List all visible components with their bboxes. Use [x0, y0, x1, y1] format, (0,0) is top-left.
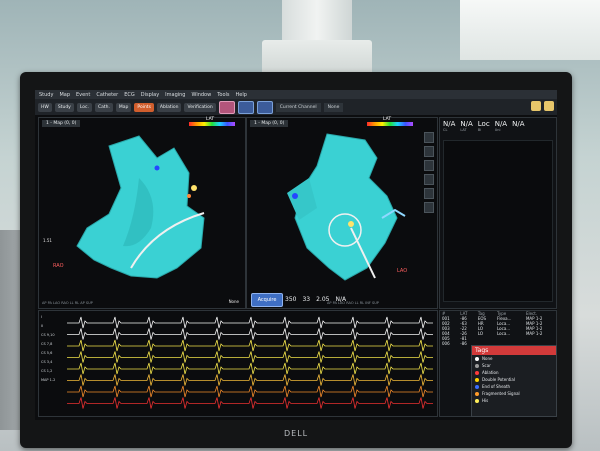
brand-logo: DELL: [284, 429, 309, 438]
map-option-dropdown[interactable]: None: [229, 299, 239, 304]
tags-title: Tags: [472, 346, 556, 355]
tool-button[interactable]: [424, 188, 434, 199]
tool-button[interactable]: [424, 160, 434, 171]
tag-item[interactable]: Scar: [472, 362, 556, 369]
tags-menu: Tags None Scar Ablation Double Potential End…: [471, 345, 557, 417]
tag-item[interactable]: Fragmented Signal: [472, 390, 556, 397]
menu-event[interactable]: Event: [76, 92, 90, 98]
current-channel-label: Current Channel: [275, 102, 321, 112]
ecg-trace: [67, 339, 433, 352]
tag-color-icon: [475, 356, 479, 361]
tab-hw[interactable]: HW: [38, 102, 52, 112]
mapping-system-screen: Study Map Event Catheter ECG Display Ima…: [35, 90, 557, 420]
map-view-rao[interactable]: 1 - Map (0, 0) LAT 1.51 RAO AP PA LAO RA…: [38, 117, 246, 309]
tag-item[interactable]: Double Potential: [472, 376, 556, 383]
ceiling-light: [460, 0, 600, 60]
menu-bar: Study Map Event Catheter ECG Display Ima…: [35, 90, 557, 99]
tab-ablation[interactable]: Ablation: [156, 102, 182, 112]
tag-item[interactable]: None: [472, 355, 556, 362]
tab-verification[interactable]: Verification: [184, 102, 216, 112]
readout-bi: 2.05: [316, 296, 330, 303]
tool-button[interactable]: [424, 132, 434, 143]
readout-cl: 350: [285, 296, 297, 303]
acquire-button[interactable]: Acquire: [251, 293, 283, 307]
view-orientation: LAO: [397, 268, 408, 274]
table-cell: 006: [442, 341, 450, 346]
view-orientation: RAO: [53, 263, 64, 269]
readout-uni: N/A: [335, 296, 347, 303]
snapshot-button[interactable]: [237, 100, 254, 114]
info-value: N/A Uni: [494, 120, 508, 132]
menu-display[interactable]: Display: [141, 92, 159, 98]
tag-label: Fragmented Signal: [482, 391, 520, 396]
tool-button[interactable]: [424, 146, 434, 157]
menu-map[interactable]: Map: [59, 92, 70, 98]
map-view-lao[interactable]: 1 - Map (0, 0) LAT LAO AP PA LAO RAO LL …: [246, 117, 438, 309]
tag-label: Double Potential: [482, 377, 515, 382]
tag-color-icon: [475, 363, 479, 368]
tab-points[interactable]: Points: [134, 102, 154, 112]
view-presets[interactable]: AP PA LAO RAO LL RL AP SUP: [42, 301, 93, 305]
record-button[interactable]: [218, 100, 235, 114]
tag-label: Scar: [482, 363, 491, 368]
info-header: N/A CL N/A LAT Loc Bi N/A Uni N/A: [440, 118, 556, 134]
info-value: N/A LAT: [460, 120, 473, 132]
ecg-traces: [67, 316, 433, 409]
view-button[interactable]: [256, 100, 273, 114]
tab-study[interactable]: Study: [54, 102, 74, 112]
warning-icon[interactable]: [531, 101, 541, 111]
ecg-strip[interactable]: I II CS 9,10 CS 7,8 CS 5,6 CS 3,4 CS 1,2…: [38, 310, 438, 417]
readout-lat: 33: [302, 296, 311, 303]
tool-button[interactable]: [424, 202, 434, 213]
menu-tools[interactable]: Tools: [217, 92, 229, 98]
tag-label: End of Sheath: [482, 384, 511, 389]
tag-label: None: [482, 356, 493, 361]
map-scale: 1.51: [43, 238, 52, 243]
ecg-trace: [67, 328, 433, 340]
toolbar-icons: [531, 101, 554, 111]
tag-color-icon: [475, 370, 479, 375]
info-value: N/A CL: [443, 120, 456, 132]
signal-info-panel: N/A CL N/A LAT Loc Bi N/A Uni N/A: [439, 117, 557, 309]
point-readout: 350 33 2.05 N/A: [285, 296, 346, 303]
ecg-trace: [67, 351, 433, 363]
tag-item[interactable]: End of Sheath: [472, 383, 556, 390]
tab-loc[interactable]: Loc.: [76, 102, 92, 112]
tag-label: Ablation: [482, 370, 499, 375]
tag-color-icon: [475, 384, 479, 389]
tag-item[interactable]: Ablation: [472, 369, 556, 376]
map-tool-strip: [424, 132, 434, 213]
menu-help[interactable]: Help: [236, 92, 247, 98]
settings-icon[interactable]: [544, 101, 554, 111]
menu-imaging[interactable]: Imaging: [165, 92, 185, 98]
current-channel-value[interactable]: None: [323, 102, 344, 112]
info-value: N/A: [512, 120, 525, 128]
menu-study[interactable]: Study: [39, 92, 53, 98]
tag-label: His: [482, 398, 489, 403]
heart-anatomy-rao[interactable]: [39, 118, 245, 308]
tag-color-icon: [475, 391, 479, 396]
menu-ecg[interactable]: ECG: [124, 92, 135, 98]
heart-anatomy-lao[interactable]: [247, 118, 437, 308]
info-value: Loc Bi: [477, 120, 490, 132]
ecg-trace: [67, 316, 433, 329]
tab-map[interactable]: Map: [115, 102, 132, 112]
signal-preview: [443, 140, 553, 302]
menu-window[interactable]: Window: [191, 92, 211, 98]
ecg-trace: [67, 397, 433, 409]
tag-color-icon: [475, 377, 479, 382]
ecg-trace: [67, 374, 433, 386]
tool-button[interactable]: [424, 174, 434, 185]
ecg-trace: [67, 362, 433, 375]
menu-catheter[interactable]: Catheter: [96, 92, 118, 98]
ecg-trace: [67, 385, 433, 398]
tag-item[interactable]: His: [472, 397, 556, 404]
tab-cath[interactable]: Cath.: [94, 102, 113, 112]
toolbar: HW Study Loc. Cath. Map Points Ablation …: [35, 99, 557, 115]
tag-color-icon: [475, 398, 479, 403]
